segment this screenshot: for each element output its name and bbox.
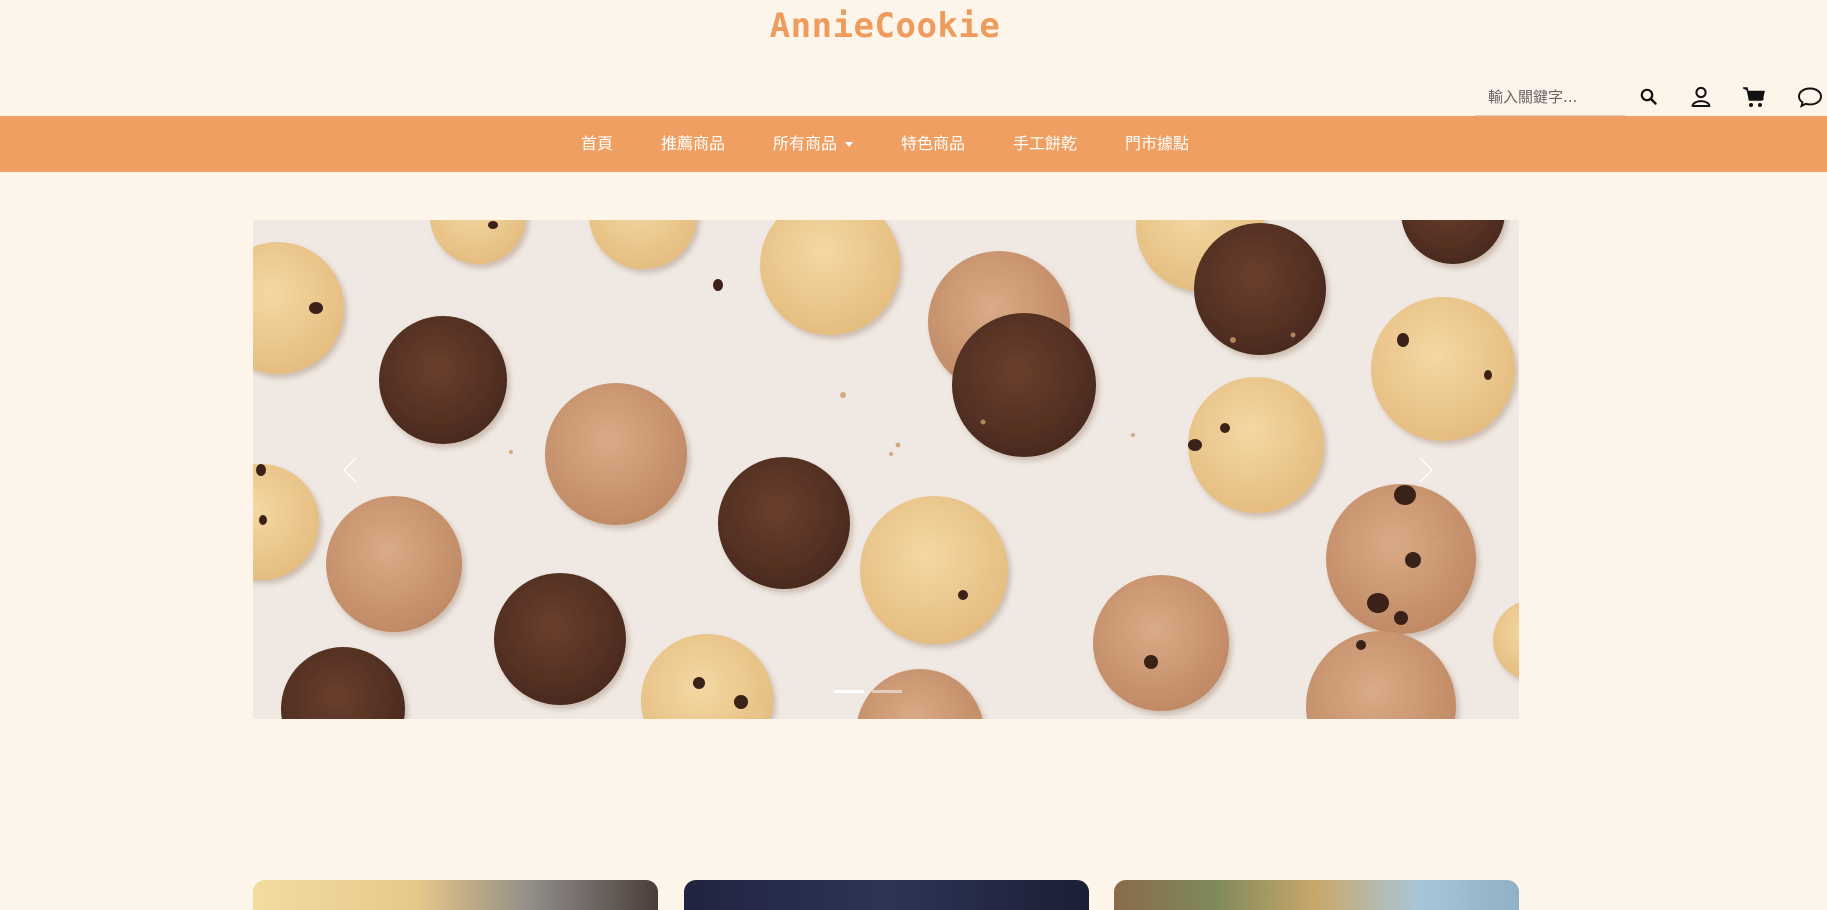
chat-icon[interactable]: [1796, 84, 1824, 110]
carousel-indicator-2[interactable]: [872, 690, 902, 693]
nav-home[interactable]: 首頁: [581, 116, 613, 172]
nav-recommended[interactable]: 推薦商品: [661, 116, 725, 172]
chevron-down-icon: [845, 142, 854, 147]
search-icon[interactable]: [1636, 84, 1662, 110]
hero-carousel: [253, 220, 1519, 719]
carousel-next-arrow[interactable]: [1410, 450, 1440, 490]
main-navbar: 首頁 推薦商品 所有商品 特色商品 手工餅乾 門市據點: [0, 116, 1827, 172]
product-card-1[interactable]: [253, 880, 658, 910]
product-card-3[interactable]: [1114, 880, 1519, 910]
nav-store-locations[interactable]: 門市據點: [1125, 116, 1189, 172]
user-icon[interactable]: [1688, 84, 1714, 110]
logo[interactable]: AnnieCookie: [0, 6, 1770, 46]
product-card-2[interactable]: [684, 880, 1089, 910]
cart-icon[interactable]: [1741, 84, 1767, 110]
search-box: [1475, 80, 1625, 116]
search-input[interactable]: [1475, 80, 1625, 114]
carousel-prev-arrow[interactable]: [336, 450, 366, 490]
nav-handmade-cookies[interactable]: 手工餅乾: [1013, 116, 1077, 172]
carousel-indicator-1[interactable]: [834, 690, 864, 693]
nav-all-products[interactable]: 所有商品: [773, 116, 854, 172]
carousel-slide-image[interactable]: [253, 220, 1519, 719]
nav-featured[interactable]: 特色商品: [901, 116, 965, 172]
